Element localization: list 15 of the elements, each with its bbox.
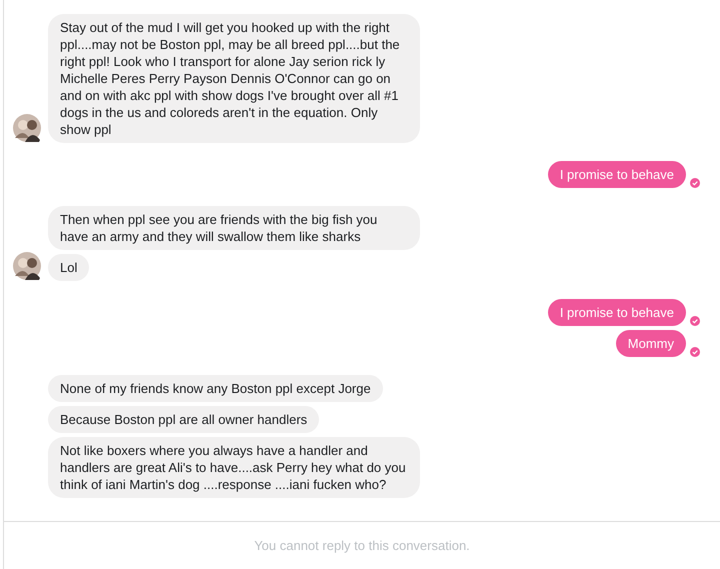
message-bubble: I promise to behave [548,161,686,188]
avatar-icon [13,252,41,280]
avatar-icon [13,114,41,142]
read-check-icon [690,347,700,357]
message-bubble: Then when ppl see you are friends with the big fish you have an army and they will swallow them like sharks [48,206,420,250]
read-check-icon [690,316,700,326]
message-bubble: Mommy [616,330,686,357]
message-bubble: I promise to behave [548,299,686,326]
message-bubble: None of my friends know any Boston ppl except Jorge [48,375,383,402]
message-bubble: Stay out of the mud I will get you hooked up with the right ppl....may not be Boston ppl, may be all breed ppl....but the right ppl! Look who I transport for alone Jay serion rick ly Michelle Peres Perry Payson Dennis O'Connor can go on and on with akc ppl with show dogs I've brought over all #1 dogs in the us and coloreds aren't in the equation. Only show ppl [48,14,420,143]
message-bubble: Not like boxers where you always have a handler and handlers are great Ali's to have....ask Perry hey what do you think of iani Martin's dog ....response ....iani fucken who? [48,437,420,498]
message-bubble: Because Boston ppl are all owner handlers [48,406,320,433]
read-check-icon [690,178,700,188]
message-bubble: Lol [48,254,90,281]
cannot-reply-notice: You cannot reply to this conversation. [254,538,470,553]
